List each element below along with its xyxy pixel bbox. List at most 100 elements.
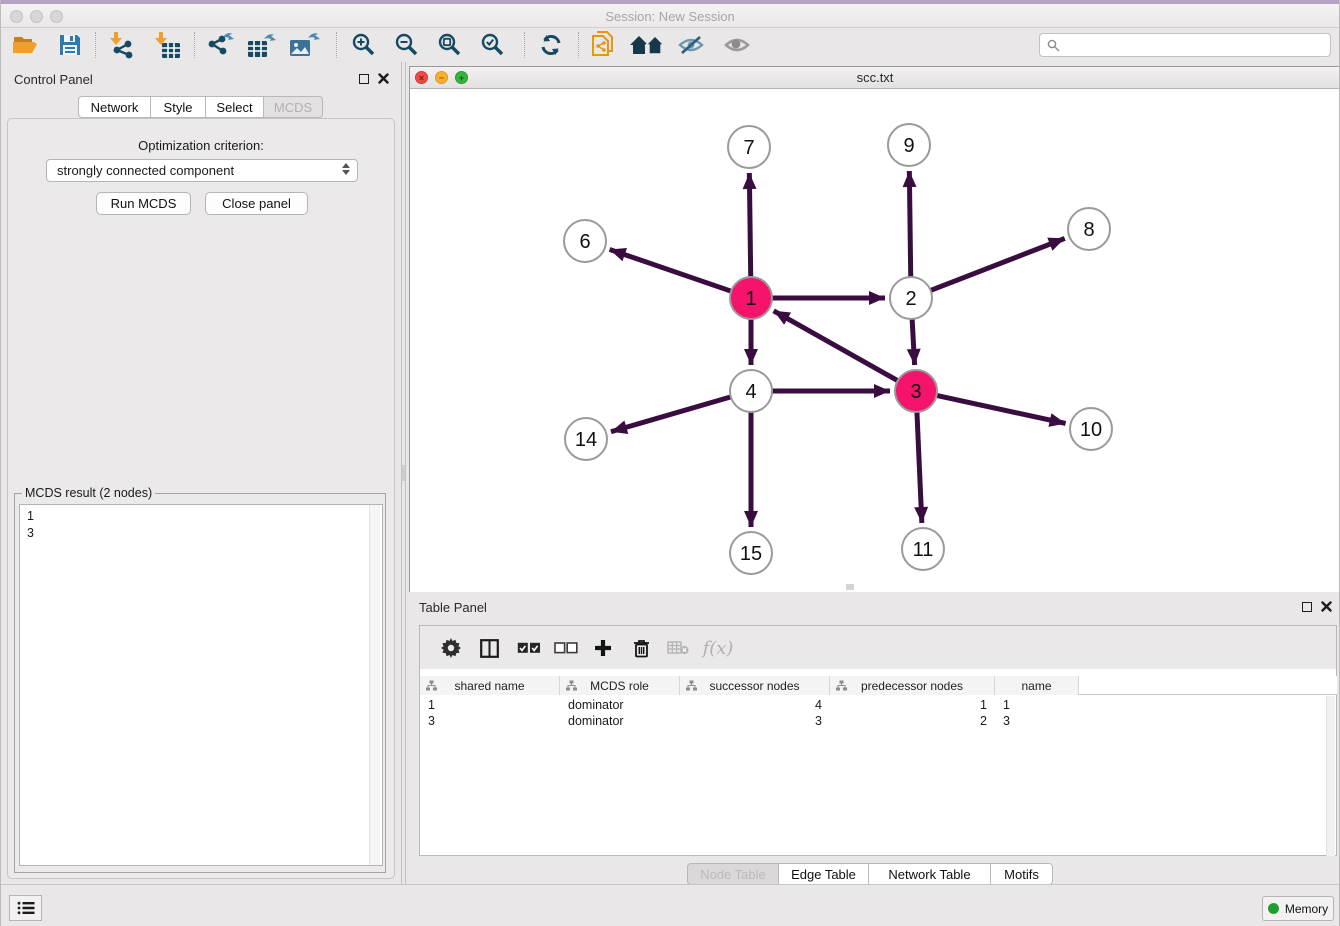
delete-table-button[interactable]	[661, 633, 695, 663]
show-columns-button[interactable]	[472, 633, 506, 663]
close-panel-icon[interactable]	[378, 73, 389, 84]
deselect-all-button[interactable]	[549, 633, 583, 663]
graph-edge-3-1[interactable]	[774, 311, 898, 381]
table-scrollbar[interactable]	[1326, 696, 1335, 856]
column-header-name[interactable]: name	[995, 676, 1079, 695]
network-window: × − + scc.txt 1234678910111415	[409, 66, 1340, 592]
table-settings-button[interactable]	[434, 633, 468, 663]
cell-successor_nodes[interactable]: 3	[680, 713, 830, 729]
column-label: name	[1021, 679, 1051, 693]
column-header-shared_name[interactable]: shared name	[420, 676, 560, 695]
mcds-result-title: MCDS result (2 nodes)	[22, 486, 155, 500]
column-header-predecessor_nodes[interactable]: predecessor nodes	[830, 676, 995, 695]
zoom-fit-button[interactable]	[431, 30, 469, 60]
column-label: predecessor nodes	[861, 679, 963, 693]
network-file-button[interactable]	[584, 30, 622, 60]
tab-network[interactable]: Network	[78, 96, 151, 118]
cell-mcds_role[interactable]: dominator	[560, 713, 680, 729]
network-window-titlebar[interactable]: × − + scc.txt	[410, 67, 1340, 89]
table-row[interactable]: 3dominator323	[420, 713, 1337, 729]
import-table-button[interactable]	[148, 30, 186, 60]
task-history-button[interactable]	[9, 895, 42, 921]
run-mcds-button[interactable]: Run MCDS	[96, 192, 191, 215]
graph-node-label-10: 10	[1080, 419, 1102, 441]
graph-edge-1-7[interactable]	[749, 173, 750, 277]
mcds-tab-content: Optimization criterion: strongly connect…	[7, 118, 395, 879]
zoom-out-button[interactable]	[388, 30, 426, 60]
tab-style[interactable]: Style	[151, 96, 206, 118]
delete-table-icon	[667, 641, 689, 655]
canvas-grip	[846, 584, 854, 590]
splitter-grip[interactable]	[402, 465, 405, 481]
create-column-button[interactable]	[586, 633, 620, 663]
cell-predecessor_nodes[interactable]: 2	[830, 713, 995, 729]
refresh-icon	[538, 32, 564, 58]
select-all-button[interactable]	[512, 633, 546, 663]
network-document-icon	[589, 30, 617, 60]
window-title: Session: New Session	[1, 9, 1339, 24]
cell-shared_name[interactable]: 3	[420, 713, 560, 729]
graph-edge-2-3[interactable]	[912, 319, 914, 365]
mcds-result-fieldset: MCDS result (2 nodes) 1 3	[14, 493, 386, 873]
cell-shared_name[interactable]: 1	[420, 697, 560, 713]
cell-name[interactable]: 1	[995, 697, 1079, 713]
cell-mcds_role[interactable]: dominator	[560, 697, 680, 713]
graph-edge-3-10[interactable]	[937, 395, 1066, 423]
graph-edge-3-11[interactable]	[917, 412, 922, 523]
float-panel-icon[interactable]	[1302, 602, 1312, 612]
toolbar-separator	[336, 32, 337, 58]
import-network-button[interactable]	[103, 30, 141, 60]
column-header-successor_nodes[interactable]: successor nodes	[680, 676, 830, 695]
memory-button[interactable]: Memory	[1262, 896, 1334, 921]
function-builder-button[interactable]: f(x)	[698, 633, 738, 663]
close-panel-icon[interactable]	[1321, 601, 1332, 612]
table-panel: Table Panel	[406, 592, 1340, 884]
close-panel-button[interactable]: Close panel	[205, 192, 308, 215]
mcds-result-scrollbar[interactable]	[369, 505, 380, 865]
tab-select[interactable]: Select	[206, 96, 264, 118]
table-header-row: shared nameMCDS rolesuccessor nodes prede…	[420, 676, 1337, 695]
column-header-mcds_role[interactable]: MCDS role	[560, 676, 680, 695]
delete-column-button[interactable]	[624, 633, 658, 663]
tab-network-table[interactable]: Network Table	[869, 863, 991, 885]
open-folder-icon	[12, 33, 38, 57]
graph-edge-2-9[interactable]	[909, 171, 910, 277]
graph-edge-2-8[interactable]	[931, 238, 1065, 290]
criterion-select[interactable]: strongly connected component	[46, 159, 358, 182]
network-window-title: scc.txt	[410, 70, 1340, 85]
tab-node-table[interactable]: Node Table	[687, 863, 779, 885]
cell-successor_nodes[interactable]: 4	[680, 697, 830, 713]
tab-edge-table[interactable]: Edge Table	[779, 863, 869, 885]
show-panel-button[interactable]	[718, 30, 756, 60]
graph-edge-1-6[interactable]	[610, 249, 732, 291]
hide-panel-button[interactable]	[672, 30, 710, 60]
search-icon	[1047, 39, 1060, 52]
cell-name[interactable]: 3	[995, 713, 1079, 729]
cell-predecessor_nodes[interactable]: 1	[830, 697, 995, 713]
export-table-button[interactable]	[243, 30, 281, 60]
open-file-button[interactable]	[6, 30, 44, 60]
export-network-button[interactable]	[201, 30, 239, 60]
search-box[interactable]	[1039, 33, 1331, 57]
tree-icon	[566, 680, 577, 691]
export-image-button[interactable]	[286, 30, 324, 60]
network-canvas[interactable]: 1234678910111415	[410, 89, 1340, 592]
export-network-icon	[205, 31, 235, 59]
zoom-in-button[interactable]	[345, 30, 383, 60]
graph-node-label-9: 9	[903, 135, 914, 157]
tab-mcds[interactable]: MCDS	[264, 96, 323, 118]
export-table-icon	[246, 31, 278, 59]
tab-motifs[interactable]: Motifs	[991, 863, 1053, 885]
mcds-result-text[interactable]: 1 3	[19, 504, 383, 866]
save-session-button[interactable]	[51, 30, 89, 60]
float-panel-icon[interactable]	[359, 74, 369, 84]
search-input[interactable]	[1065, 38, 1330, 52]
eye-icon	[723, 35, 751, 55]
criterion-value: strongly connected component	[57, 163, 234, 178]
table-row[interactable]: 1dominator411	[420, 697, 1337, 713]
select-stepper-icon	[342, 163, 350, 175]
apply-layout-button[interactable]	[532, 30, 570, 60]
zoom-selected-button[interactable]	[474, 30, 512, 60]
home-button[interactable]	[626, 30, 668, 60]
graph-edge-4-14[interactable]	[611, 397, 731, 432]
